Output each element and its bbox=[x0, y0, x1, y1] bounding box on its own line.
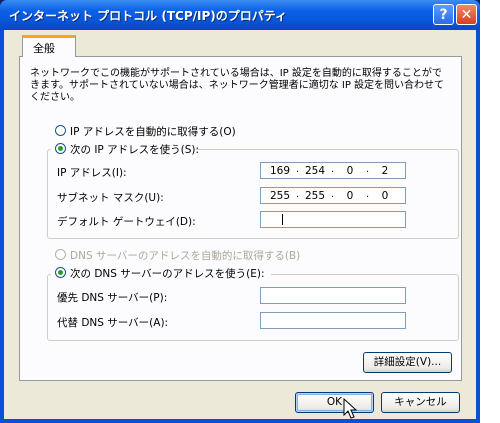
ip-octet-1: 169 bbox=[269, 165, 291, 177]
ip-dot: . bbox=[331, 164, 335, 175]
default-gateway-label: デフォルト ゲートウェイ(D): bbox=[57, 216, 196, 228]
title-bar[interactable]: インターネット プロトコル (TCP/IP)のプロパティ ? ✕ bbox=[0, 0, 480, 30]
ip-address-label: IP アドレス(I): bbox=[57, 167, 127, 179]
default-gateway-field[interactable] bbox=[260, 211, 406, 228]
preferred-dns-label: 優先 DNS サーバー(P): bbox=[57, 292, 168, 304]
close-button[interactable]: ✕ bbox=[456, 4, 477, 25]
dns-auto-radio[interactable] bbox=[55, 249, 66, 260]
tab-general-label: 全般 bbox=[33, 42, 55, 55]
subnet-dot: . bbox=[366, 189, 370, 200]
ip-octet-2: 254 bbox=[304, 165, 326, 177]
text-caret bbox=[282, 214, 283, 225]
ip-octet-4: 2 bbox=[381, 165, 389, 177]
mouse-pointer-icon bbox=[343, 398, 358, 419]
window-title: インターネット プロトコル (TCP/IP)のプロパティ bbox=[9, 9, 288, 23]
subnet-octet-4: 0 bbox=[381, 190, 389, 202]
ip-auto-radio[interactable] bbox=[55, 125, 66, 136]
subnet-octet-2: 255 bbox=[304, 190, 326, 202]
advanced-button[interactable]: 詳細設定(V)... bbox=[363, 352, 452, 373]
dns-manual-label[interactable]: 次の DNS サーバーのアドレスを使う(E): bbox=[70, 266, 265, 281]
subnet-mask-field[interactable]: 255 . 255 . 0 . 0 bbox=[260, 187, 406, 204]
ip-auto-label[interactable]: IP アドレスを自動的に取得する(O) bbox=[70, 124, 236, 139]
dialog-window: インターネット プロトコル (TCP/IP)のプロパティ ? ✕ 全般 ネットワ… bbox=[0, 0, 480, 423]
window-frame-bottom bbox=[0, 419, 480, 423]
dns-manual-radio[interactable] bbox=[55, 267, 66, 278]
tab-general[interactable]: 全般 bbox=[22, 35, 76, 57]
subnet-dot: . bbox=[296, 189, 300, 200]
general-tab-panel: ネットワークでこの機能がサポートされている場合は、IP 設定を自動的に取得するこ… bbox=[19, 56, 462, 381]
alternate-dns-label: 代替 DNS サーバー(A): bbox=[57, 317, 169, 329]
preferred-dns-field[interactable] bbox=[260, 287, 406, 304]
ip-octet-3: 0 bbox=[346, 165, 354, 177]
ip-address-field[interactable]: 169 . 254 . 0 . 2 bbox=[260, 162, 406, 179]
subnet-dot: . bbox=[331, 189, 335, 200]
window-frame-right bbox=[476, 30, 480, 419]
ip-dot: . bbox=[296, 164, 300, 175]
ip-manual-label[interactable]: 次の IP アドレスを使う(S): bbox=[70, 142, 199, 157]
dns-groupbox bbox=[47, 274, 459, 341]
ip-manual-radio[interactable] bbox=[55, 143, 66, 154]
subnet-octet-1: 255 bbox=[269, 190, 291, 202]
help-button[interactable]: ? bbox=[433, 4, 454, 25]
subnet-octet-3: 0 bbox=[346, 190, 354, 202]
ip-dot: . bbox=[366, 164, 370, 175]
subnet-mask-label: サブネット マスク(U): bbox=[57, 192, 164, 204]
alternate-dns-field[interactable] bbox=[260, 312, 406, 329]
description-text: ネットワークでこの機能がサポートされている場合は、IP 設定を自動的に取得するこ… bbox=[30, 68, 445, 103]
dns-auto-label[interactable]: DNS サーバーのアドレスを自動的に取得する(B) bbox=[70, 248, 300, 263]
cancel-button[interactable]: キャンセル bbox=[381, 392, 460, 413]
ok-button[interactable]: OK bbox=[295, 392, 374, 413]
